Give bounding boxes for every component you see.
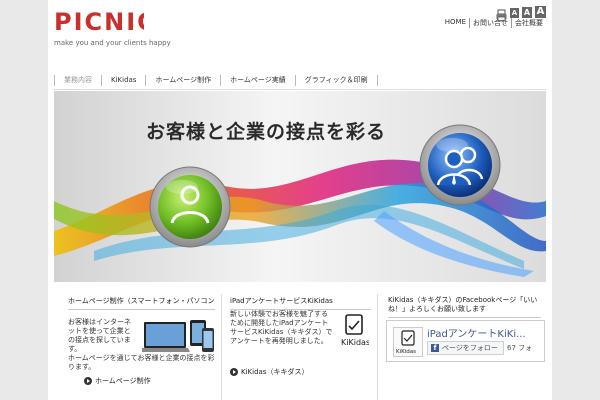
- panel-title-facebook: KiKidas（キキダス）のFacebookページ「いいね！」よろしくお願い致し…: [388, 296, 541, 318]
- panel-text-web-wrapped: お客様はインターネットを使って企業との接点を探しています。: [68, 318, 131, 353]
- facebook-page-thumbnail[interactable]: KiKidas: [393, 327, 423, 357]
- arrow-right-icon: [230, 368, 238, 376]
- nav-item-services[interactable]: 業務内容: [54, 75, 101, 86]
- font-size-medium-button[interactable]: A: [522, 7, 532, 18]
- nav-item-graphic-print[interactable]: グラフィック＆印刷: [294, 75, 378, 86]
- svg-text:KiKidas: KiKidas: [341, 338, 369, 347]
- svg-text:PICNIC: PICNIC: [54, 8, 144, 36]
- font-size-large-button[interactable]: A: [535, 6, 546, 18]
- facebook-follower-count: 67 フォ: [507, 344, 533, 352]
- logo-mark: PICNIC: [54, 8, 155, 36]
- global-nav: 業務内容 KiKidas ホームページ制作 ホームページ実績 グラフィック＆印刷: [54, 72, 546, 90]
- utility-nav: HOME お問い合せ 会社概要: [442, 18, 546, 28]
- devices-illustration-icon: [142, 320, 214, 352]
- kikidas-link-label: KiKidas（キキダス）: [241, 368, 309, 376]
- page: PICNIC make you and your clients happy A…: [48, 0, 552, 400]
- svg-text:KiKidas: KiKidas: [396, 349, 416, 355]
- util-link-contact[interactable]: お問い合せ: [469, 18, 511, 28]
- panel-text-ipad: 新しい体験でお客様を魅了するために開発したiPadアンケートサービスKiKida…: [230, 310, 333, 345]
- nav-item-web-works[interactable]: ホームページ実績: [220, 75, 295, 86]
- nav-item-kikidas[interactable]: KiKidas: [101, 75, 145, 86]
- font-size-small-button[interactable]: A: [510, 8, 519, 18]
- font-size-controls: A A A: [496, 6, 546, 21]
- hero-title: お客様と企業の接点を彩る: [146, 121, 387, 143]
- print-icon[interactable]: [496, 6, 507, 21]
- tagline: make you and your clients happy: [54, 39, 171, 47]
- facebook-logo-icon: f: [431, 344, 439, 352]
- nav-item-web-production[interactable]: ホームページ制作: [145, 75, 220, 86]
- panel-ipad-survey: iPadアンケートサービスKiKidas 新しい体験でお客様を魅了するために開発…: [224, 294, 378, 400]
- customer-person-icon: [149, 166, 231, 248]
- facebook-page-widget: KiKidas iPadアンケートKiKi... f ページをフォロー 67 フ…: [386, 320, 545, 362]
- kikidas-logo[interactable]: KiKidas: [341, 314, 370, 348]
- panel-facebook: KiKidas（キキダス）のFacebookページ「いいね！」よろしくお願い致し…: [382, 294, 547, 400]
- business-people-icon: [419, 124, 501, 206]
- util-link-company[interactable]: 会社概要: [511, 18, 546, 28]
- facebook-follow-label: ページをフォロー: [442, 344, 498, 352]
- web-production-link[interactable]: ホームページ制作: [84, 376, 151, 386]
- facebook-follow-button[interactable]: f ページをフォロー: [427, 341, 504, 355]
- facebook-page-name[interactable]: iPadアンケートKiKi...: [427, 325, 526, 340]
- panel-title-web: ホームページ制作（スマートフォン・パソコン）: [68, 296, 215, 310]
- web-production-link-label: ホームページ制作: [95, 377, 151, 385]
- arrow-right-icon: [84, 377, 92, 385]
- picnic-logo[interactable]: PICNIC: [54, 6, 155, 36]
- hero-banner: お客様と企業の接点を彩る: [54, 91, 546, 282]
- panel-title-ipad: iPadアンケートサービスKiKidas: [230, 296, 371, 310]
- kikidas-link[interactable]: KiKidas（キキダス）: [230, 367, 308, 377]
- util-link-home[interactable]: HOME: [442, 18, 469, 28]
- panel-web-production: ホームページ制作（スマートフォン・パソコン） お客様はインターネットを使って企業…: [62, 294, 222, 400]
